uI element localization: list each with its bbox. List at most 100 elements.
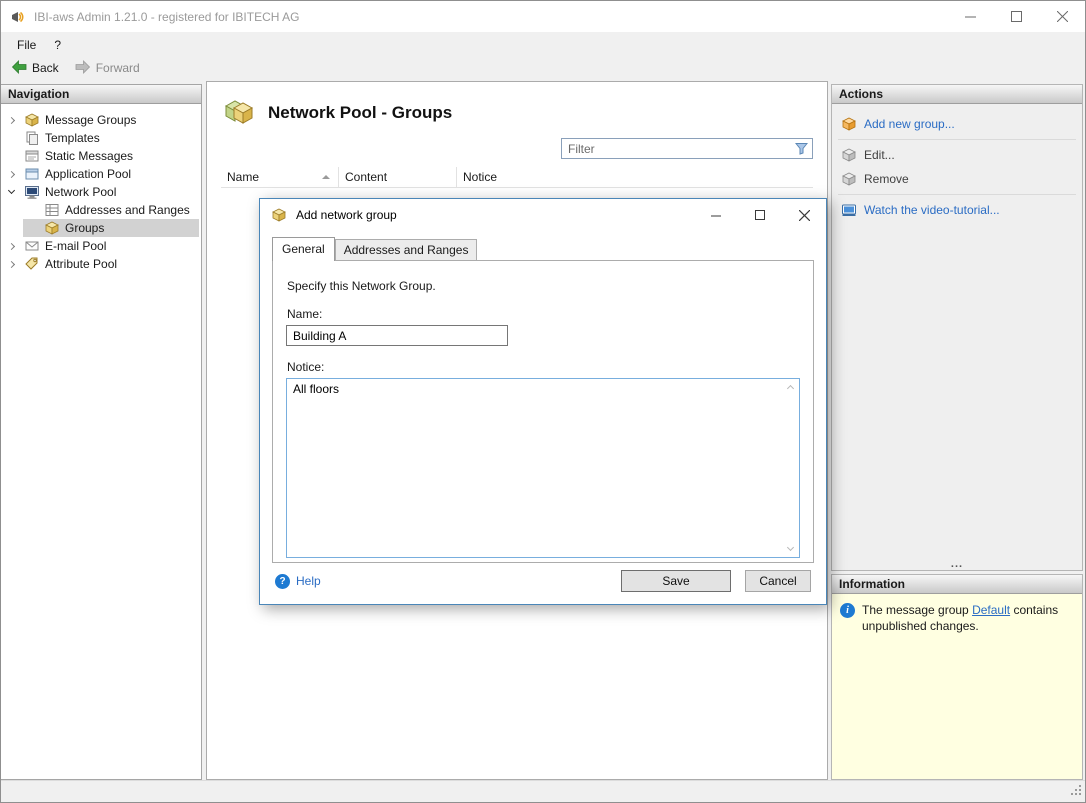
resize-grip-icon[interactable]: [1069, 783, 1083, 800]
column-header-name[interactable]: Name: [221, 167, 339, 187]
expand-chevron-icon[interactable]: [7, 170, 14, 177]
expand-chevron-icon[interactable]: [7, 116, 14, 123]
tree-item-label: Message Groups: [45, 113, 136, 127]
menu-bar: File ?: [1, 32, 1085, 57]
edit-icon: [841, 147, 857, 163]
collapse-chevron-icon[interactable]: [7, 187, 14, 194]
tree-item-addresses-and-ranges[interactable]: Addresses and Ranges: [1, 201, 201, 219]
action-watch-video-tutorial[interactable]: Watch the video-tutorial...: [832, 198, 1082, 222]
dialog-window-controls: [694, 199, 826, 231]
remove-icon: [841, 171, 857, 187]
forward-label: Forward: [96, 61, 140, 75]
back-arrow-icon: [11, 60, 27, 77]
forward-arrow-icon: [75, 60, 91, 77]
tree-item-message-groups[interactable]: Message Groups: [1, 111, 201, 129]
app-icon: [10, 9, 26, 25]
status-bar: [1, 780, 1085, 802]
close-button[interactable]: [1039, 1, 1085, 32]
main-header: Network Pool - Groups: [207, 82, 827, 135]
tree-item-label: Application Pool: [45, 167, 131, 181]
tree-item-label: Addresses and Ranges: [65, 203, 190, 217]
network-groups-icon: [223, 95, 255, 130]
filter-icon[interactable]: [790, 139, 812, 158]
forward-button[interactable]: Forward: [70, 59, 145, 78]
help-link[interactable]: ? Help: [275, 574, 321, 589]
menu-file[interactable]: File: [8, 34, 45, 56]
column-label: Name: [227, 170, 259, 184]
attribute-pool-icon: [24, 256, 40, 272]
tree-item-label: Static Messages: [45, 149, 133, 163]
actions-overflow[interactable]: ...: [832, 559, 1082, 569]
expand-chevron-icon[interactable]: [7, 242, 14, 249]
action-remove[interactable]: Remove: [832, 167, 1082, 191]
notice-textarea[interactable]: All floors: [286, 378, 800, 558]
window-controls: [947, 1, 1085, 32]
dialog-tabs: General Addresses and Ranges: [272, 237, 826, 260]
add-network-group-dialog: Add network group General Addresses and …: [259, 198, 827, 605]
tab-page-general: Specify this Network Group. Name: Notice…: [272, 260, 814, 563]
info-text-prefix: The message group: [862, 603, 969, 617]
column-header-content[interactable]: Content: [339, 167, 457, 187]
dialog-title-bar: Add network group: [260, 199, 826, 231]
cancel-button[interactable]: Cancel: [745, 570, 811, 592]
tree-item-application-pool[interactable]: Application Pool: [1, 165, 201, 183]
notice-label: Notice:: [287, 360, 799, 374]
addresses-and-ranges-icon: [44, 202, 60, 218]
action-label: Watch the video-tutorial...: [864, 203, 1000, 217]
navigation-panel: Navigation Message Groups Templates: [1, 84, 202, 780]
action-label: Remove: [864, 172, 909, 186]
tree-item-attribute-pool[interactable]: Attribute Pool: [1, 255, 201, 273]
back-button[interactable]: Back: [6, 59, 64, 78]
information-panel: Information i The message group Default …: [831, 574, 1083, 780]
maximize-button[interactable]: [993, 1, 1039, 32]
actions-panel: Actions Add new group... Edit... Remove: [831, 84, 1083, 571]
dialog-description: Specify this Network Group.: [287, 279, 799, 293]
help-label: Help: [296, 574, 321, 588]
default-group-link[interactable]: Default: [972, 603, 1010, 617]
dialog-footer: ? Help Save Cancel: [260, 558, 826, 604]
action-label: Add new group...: [864, 117, 955, 131]
add-group-icon: [841, 116, 857, 132]
name-input[interactable]: [286, 325, 508, 346]
column-label: Content: [345, 170, 387, 184]
navigation-tree: Message Groups Templates Static Messages: [1, 104, 201, 273]
help-icon: ?: [275, 574, 290, 589]
filter-input[interactable]: [562, 140, 790, 158]
application-pool-icon: [24, 166, 40, 182]
static-messages-icon: [24, 148, 40, 164]
email-pool-icon: [24, 238, 40, 254]
expand-chevron-icon[interactable]: [7, 260, 14, 267]
information-message: The message group Default contains unpub…: [862, 603, 1062, 634]
action-add-new-group[interactable]: Add new group...: [832, 112, 1082, 136]
filter-row: [207, 138, 827, 159]
actions-separator: [838, 194, 1076, 195]
tree-item-label: E-mail Pool: [45, 239, 106, 253]
tree-item-email-pool[interactable]: E-mail Pool: [1, 237, 201, 255]
dialog-close-button[interactable]: [782, 199, 826, 231]
actions-header: Actions: [832, 85, 1082, 104]
action-edit[interactable]: Edit...: [832, 143, 1082, 167]
info-icon: i: [840, 603, 855, 618]
minimize-button[interactable]: [947, 1, 993, 32]
back-label: Back: [32, 61, 59, 75]
action-label: Edit...: [864, 148, 895, 162]
tree-item-static-messages[interactable]: Static Messages: [1, 147, 201, 165]
tab-addresses-and-ranges[interactable]: Addresses and Ranges: [335, 239, 478, 260]
video-tutorial-icon: [841, 202, 857, 218]
tree-item-templates[interactable]: Templates: [1, 129, 201, 147]
window-title: IBI-aws Admin 1.21.0 - registered for IB…: [34, 10, 947, 24]
app-window: IBI-aws Admin 1.21.0 - registered for IB…: [0, 0, 1086, 803]
menu-help[interactable]: ?: [45, 34, 70, 56]
notice-field: All floors: [286, 378, 800, 558]
tree-item-network-pool[interactable]: Network Pool: [1, 183, 201, 201]
tab-general[interactable]: General: [272, 237, 335, 261]
column-header-notice[interactable]: Notice: [457, 167, 813, 187]
save-button[interactable]: Save: [621, 570, 731, 592]
title-bar: IBI-aws Admin 1.21.0 - registered for IB…: [1, 1, 1085, 32]
dialog-minimize-button[interactable]: [694, 199, 738, 231]
templates-icon: [24, 130, 40, 146]
tree-item-groups[interactable]: Groups: [1, 219, 201, 237]
tree-item-label: Network Pool: [45, 185, 116, 199]
page-title: Network Pool - Groups: [268, 103, 452, 123]
dialog-maximize-button[interactable]: [738, 199, 782, 231]
